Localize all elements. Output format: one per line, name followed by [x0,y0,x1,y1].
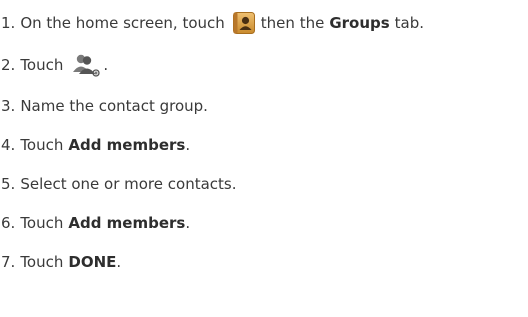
done-label: DONE [68,253,117,271]
step-text: On the home screen, touch [20,14,225,32]
step-text: Touch [20,214,64,232]
step-2: 2. Touch . [1,50,108,80]
step-number: 6. [1,214,16,232]
step-7: 7. Touch DONE . [1,247,121,277]
step-text: then the [260,14,325,32]
step-number: 3. [1,97,16,115]
step-text: Touch [20,253,64,271]
step-number: 7. [1,253,16,271]
step-text: Touch [20,56,64,74]
groups-tab-label: Groups [329,14,390,32]
step-text: Touch [20,136,64,154]
step-text: . [185,214,191,232]
step-6: 6. Touch Add members . [1,208,190,238]
step-number: 5. [1,175,16,193]
step-text: Select one or more contacts. [20,175,237,193]
new-group-icon [71,53,101,77]
contacts-app-icon [232,12,255,34]
step-number: 2. [1,56,16,74]
step-4: 4. Touch Add members . [1,130,190,160]
step-number: 1. [1,14,16,32]
step-1: 1. On the home screen, touch then the Gr… [1,8,424,38]
step-text: . [116,253,122,271]
add-members-label: Add members [68,214,186,232]
step-5: 5. Select one or more contacts. [1,169,237,199]
step-text: tab. [394,14,425,32]
step-number: 4. [1,136,16,154]
step-text: . [185,136,191,154]
add-members-label: Add members [68,136,186,154]
step-3: 3. Name the contact group. [1,91,208,121]
step-text: . [103,56,109,74]
step-text: Name the contact group. [20,97,208,115]
